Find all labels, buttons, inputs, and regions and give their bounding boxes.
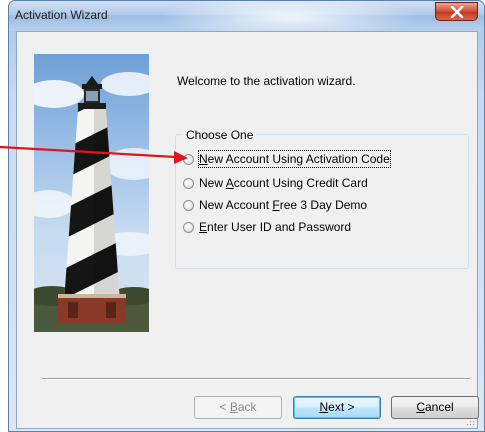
annotation-arrow <box>0 145 188 164</box>
